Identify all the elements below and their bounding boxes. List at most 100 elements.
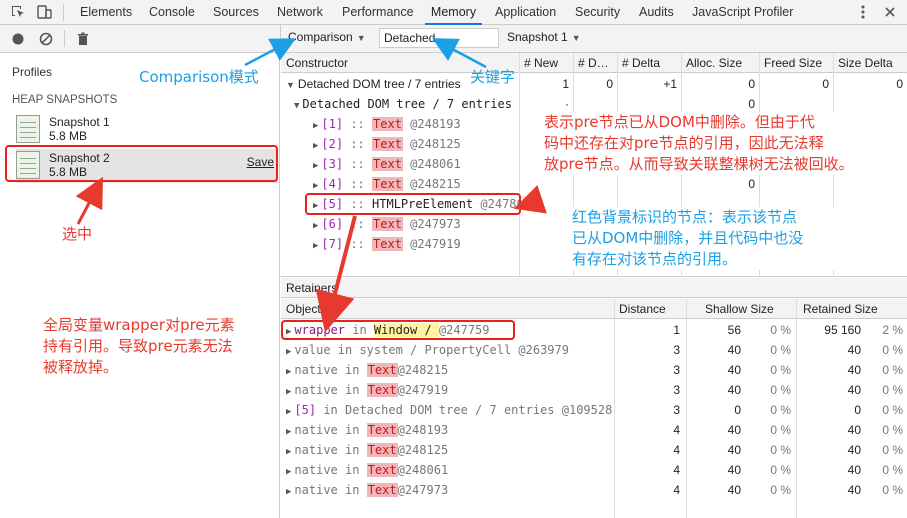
table-row[interactable]: ▶ native in Text@247973 4 40 0 % 40 0 % xyxy=(281,480,907,500)
cell-retained-pct: 0 % xyxy=(882,343,903,357)
col-freed-size[interactable]: Freed Size xyxy=(764,56,822,70)
triangle-right-icon[interactable]: ▶ xyxy=(313,161,318,171)
cell-distance: 3 xyxy=(673,363,680,377)
snapshot-name: Snapshot 1 xyxy=(49,115,110,129)
inspect-element-icon[interactable] xyxy=(10,4,26,20)
triangle-right-icon[interactable]: ▶ xyxy=(286,447,291,457)
node-separator: :: xyxy=(343,217,373,231)
cell-shallow-pct: 0 % xyxy=(770,383,791,397)
node-name: Text xyxy=(372,217,403,231)
cell-alloc: 0 xyxy=(748,177,755,191)
retainer-owner: Text xyxy=(366,463,398,477)
cell-alloc: 0 xyxy=(748,97,755,111)
node-index: [1] xyxy=(321,117,344,131)
annotation-comparison: Comparison模式 xyxy=(139,68,259,86)
table-row[interactable]: ▶ native in Text@248193 4 40 0 % 40 0 % xyxy=(281,420,907,440)
tab-memory[interactable]: Memory xyxy=(425,0,482,25)
table-row[interactable]: ▶ native in Text@248215 3 40 0 % 40 0 % xyxy=(281,360,907,380)
retainer-relation: in xyxy=(337,363,367,377)
retainer-name: native xyxy=(294,383,338,397)
triangle-right-icon[interactable]: ▶ xyxy=(286,347,291,357)
cell-shallow: 40 xyxy=(727,443,741,457)
clear-icon[interactable] xyxy=(38,31,54,47)
triangle-down-icon[interactable]: ▼ xyxy=(286,80,295,90)
node-separator: :: xyxy=(343,117,373,131)
col-deleted[interactable]: # D… xyxy=(578,56,609,70)
triangle-right-icon[interactable]: ▶ xyxy=(286,367,291,377)
baseline-snapshot-select[interactable]: Snapshot 1 ▼ xyxy=(507,30,581,44)
table-row[interactable]: ▶ native in Text@248061 4 40 0 % 40 0 % xyxy=(281,460,907,480)
cell-new: 1 xyxy=(562,77,569,91)
triangle-right-icon[interactable]: ▶ xyxy=(286,427,291,437)
triangle-right-icon[interactable]: ▶ xyxy=(286,387,291,397)
close-icon[interactable] xyxy=(882,4,898,20)
triangle-right-icon[interactable]: ▶ xyxy=(286,487,291,497)
col-delta[interactable]: # Delta xyxy=(622,56,660,70)
devtools-tab-bar: Elements Console Sources Network Perform… xyxy=(0,0,907,25)
annotation-wrapper: 全局变量wrapper对pre元素 持有引用。导致pre元素无法 被释放掉。 xyxy=(43,315,278,378)
tab-sources[interactable]: Sources xyxy=(213,0,259,25)
col-object[interactable]: Object xyxy=(286,302,321,316)
col-distance[interactable]: Distance xyxy=(619,302,666,316)
table-row[interactable]: ▶ [4] :: Text @248215 0 xyxy=(281,174,907,194)
table-row[interactable]: ▼ Detached DOM tree / 7 entries 1 0 +1 0 … xyxy=(281,74,907,94)
table-row[interactable]: ▶ native in Text@247919 3 40 0 % 40 0 % xyxy=(281,380,907,400)
node-index: [6] xyxy=(321,217,344,231)
table-row[interactable]: ▶ [5] in Detached DOM tree / 7 entries @1… xyxy=(281,400,907,420)
tab-elements[interactable]: Elements xyxy=(80,0,132,25)
triangle-right-icon[interactable]: ▶ xyxy=(313,241,318,251)
triangle-right-icon[interactable]: ▶ xyxy=(286,407,291,417)
node-id: @247919 xyxy=(410,237,461,251)
triangle-right-icon[interactable]: ▶ xyxy=(313,221,318,231)
triangle-right-icon[interactable]: ▶ xyxy=(286,467,291,477)
cell-shallow: 40 xyxy=(727,363,741,377)
retainer-id: @248215 xyxy=(397,363,449,377)
tab-audits[interactable]: Audits xyxy=(639,0,674,25)
retainer-owner: Text xyxy=(366,383,398,397)
tab-security[interactable]: Security xyxy=(575,0,620,25)
cell-distance: 3 xyxy=(673,403,680,417)
col-size-delta[interactable]: Size Delta xyxy=(838,56,893,70)
node-name: Text xyxy=(372,177,403,191)
table-row[interactable]: ▶ value in system / PropertyCell @263979 3… xyxy=(281,340,907,360)
wrapper-row-highlight xyxy=(281,320,515,340)
triangle-down-icon[interactable]: ▼ xyxy=(294,101,299,111)
tab-performance[interactable]: Performance xyxy=(342,0,414,25)
col-alloc-size[interactable]: Alloc. Size xyxy=(686,56,742,70)
table-row[interactable]: ▼ Detached DOM tree / 7 entries · 0 xyxy=(281,94,907,114)
col-shallow-size[interactable]: Shallow Size xyxy=(705,302,774,316)
snapshot-item[interactable]: Snapshot 1 5.8 MB xyxy=(16,113,278,147)
triangle-right-icon[interactable]: ▶ xyxy=(313,141,318,151)
table-row[interactable]: ▶ native in Text@248125 4 40 0 % 40 0 % xyxy=(281,440,907,460)
tab-console[interactable]: Console xyxy=(149,0,195,25)
tab-javascript-profiler[interactable]: JavaScript Profiler xyxy=(692,0,793,25)
snapshot-icon xyxy=(16,115,40,143)
device-toolbar-icon[interactable] xyxy=(36,4,52,20)
triangle-right-icon[interactable]: ▶ xyxy=(313,181,318,191)
cell-distance: 4 xyxy=(673,483,680,497)
retainer-id: @109528 xyxy=(561,403,612,417)
col-retained-size[interactable]: Retained Size xyxy=(803,302,878,316)
col-new[interactable]: # New xyxy=(524,56,558,70)
cell-retained-pct: 0 % xyxy=(882,403,903,417)
tab-network[interactable]: Network xyxy=(277,0,323,25)
retainer-relation: in xyxy=(337,463,367,477)
retainer-name: native xyxy=(294,443,338,457)
record-icon[interactable] xyxy=(10,31,26,47)
retainer-relation: in xyxy=(337,483,367,497)
node-index: [7] xyxy=(321,237,344,251)
more-options-icon[interactable] xyxy=(855,4,871,20)
retainer-id: @248125 xyxy=(397,443,449,457)
selected-snapshot-highlight xyxy=(5,145,278,182)
class-filter-input[interactable]: Detached xyxy=(379,28,499,48)
cell-retained-pct: 0 % xyxy=(882,363,903,377)
retainer-id: @263979 xyxy=(518,343,569,357)
retainer-owner: Text xyxy=(366,483,398,497)
trash-icon[interactable] xyxy=(75,31,91,47)
annotation-line: 持有引用。导致pre元素无法 xyxy=(43,337,233,355)
view-mode-select[interactable]: Comparison ▼ xyxy=(288,30,366,44)
tab-application[interactable]: Application xyxy=(495,0,556,25)
cell-shallow: 56 xyxy=(727,323,741,337)
col-constructor[interactable]: Constructor xyxy=(286,56,348,70)
triangle-right-icon[interactable]: ▶ xyxy=(313,121,318,131)
